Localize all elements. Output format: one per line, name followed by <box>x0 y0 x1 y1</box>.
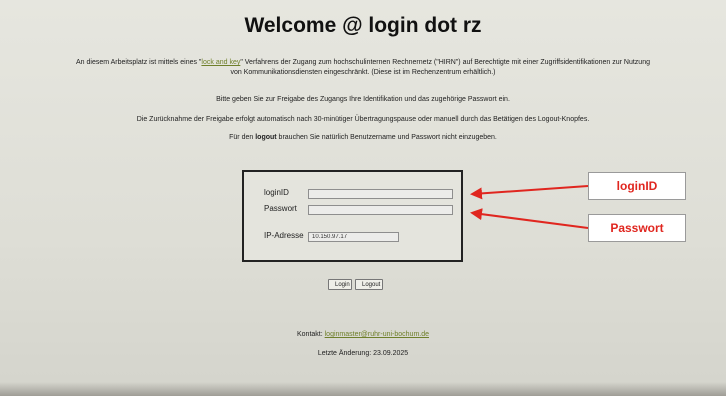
loginid-arrow <box>470 185 589 200</box>
loginid-annotation: loginID <box>588 172 686 200</box>
passwort-annotation: Passwort <box>588 214 686 242</box>
passwort-arrow <box>470 208 589 229</box>
